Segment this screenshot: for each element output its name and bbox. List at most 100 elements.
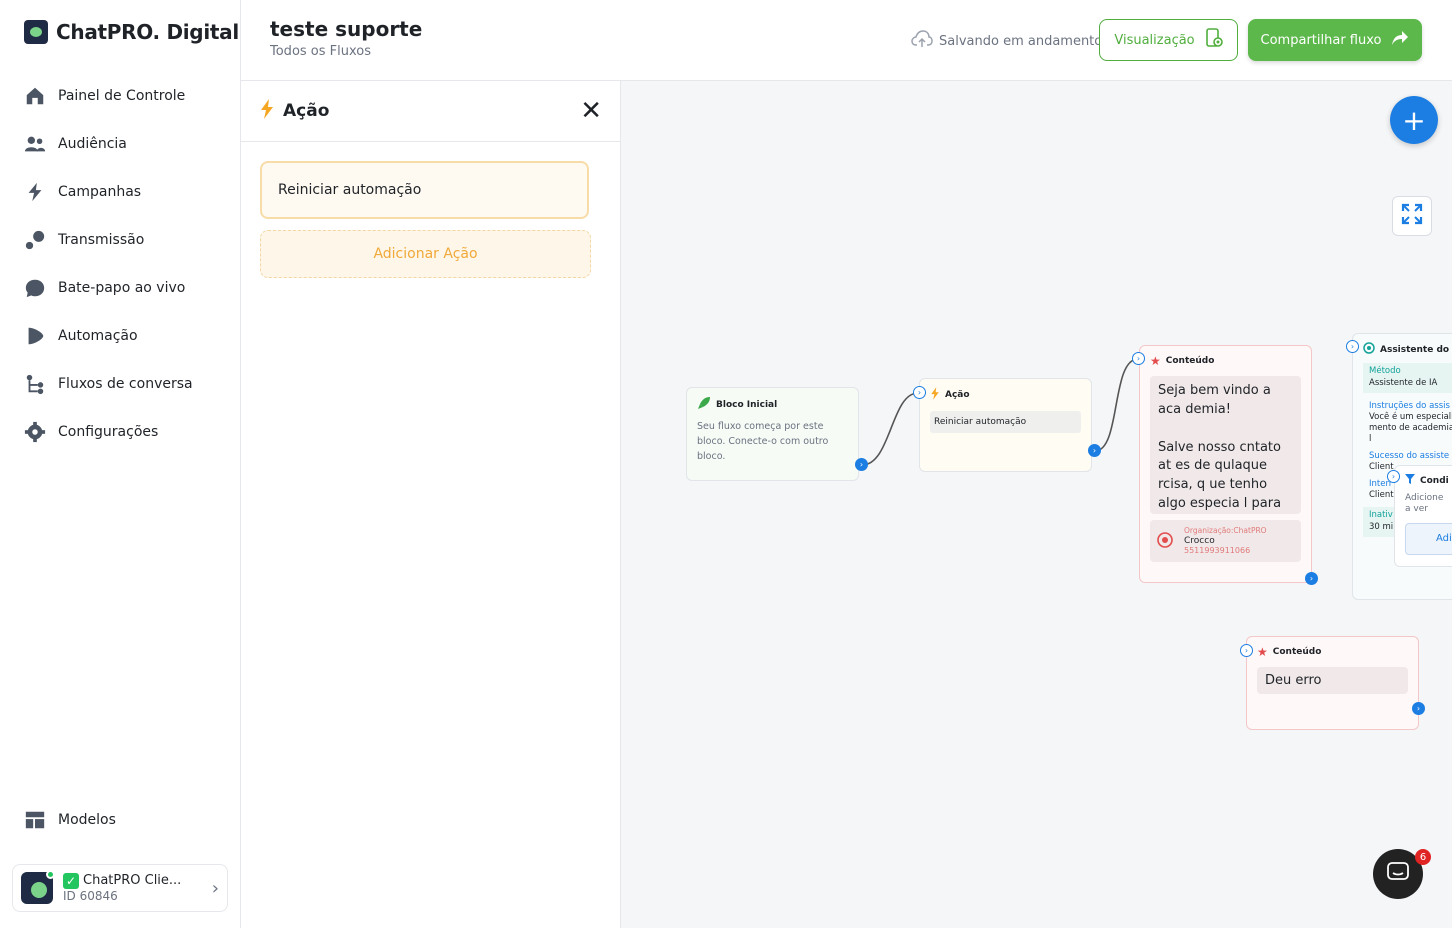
sidebar-item-painel[interactable]: Painel de Controle [24,72,224,120]
lightning-icon [930,387,940,403]
chat-icon [1387,862,1409,886]
condition-node[interactable]: Condi Adicione a ver Adi [1394,465,1452,567]
sidebar-item-bate-papo[interactable]: Bate-papo ao vivo [24,264,224,312]
sidebar-item-fluxos[interactable]: Fluxos de conversa [24,360,224,408]
sidebar-nav: Painel de Controle Audiência Campanhas T… [24,72,224,456]
sidebar-item-label: Fluxos de conversa [58,376,193,392]
action-node[interactable]: Ação Reiniciar automação [919,378,1092,472]
openai-icon [1363,342,1375,357]
contact-card: Organização:ChatPRO Crocco 5511993911066 [1150,520,1301,562]
condition-add-button[interactable]: Adi [1405,522,1452,555]
account-switcher[interactable]: ✓ ChatPRO Clie... ID 60846 › [12,864,228,912]
content-node-out-port[interactable]: › [1305,572,1318,585]
sidebar-item-label: Painel de Controle [58,88,186,104]
lightning-icon [24,181,46,203]
start-node-title: Bloco Inicial [716,399,778,410]
add-block-button[interactable]: + [1390,96,1438,144]
close-icon[interactable]: ✕ [580,98,602,124]
brand-logo-icon [24,20,48,44]
ai-assistant-node-title: Assistente do C [1380,344,1452,355]
action-panel-header: Ação ✕ [241,81,620,142]
ai-method-label: Método [1369,366,1401,376]
condition-in-port[interactable]: › [1387,470,1400,483]
start-node[interactable]: Bloco Inicial Seu fluxo começa por este … [686,387,859,481]
sidebar-item-label: Transmissão [58,232,145,248]
action-node-title: Ação [945,390,970,400]
add-action-button[interactable]: Adicionar Ação [260,230,591,278]
ai-assistant-in-port[interactable]: › [1346,340,1359,353]
preview-label: Visualização [1114,32,1195,48]
action-node-out-port[interactable]: › [1088,444,1101,457]
sidebar-item-label: Configurações [58,424,159,440]
content-node-message: Seja bem vindo a aca demia! Salve nosso … [1150,376,1301,514]
sidebar-item-audiencia[interactable]: Audiência [24,120,224,168]
content-node-message: Deu erro [1257,667,1408,694]
play-icon [24,325,46,347]
action-node-item: Reiniciar automação [930,411,1081,433]
content-node-error[interactable]: ★ Conteúdo Deu erro [1246,636,1419,730]
star-icon: ★ [1150,354,1161,368]
sidebar-item-campanhas[interactable]: Campanhas [24,168,224,216]
contact-org: Organização:ChatPRO [1184,525,1267,535]
ai-success-label: Sucesso do assiste [1369,450,1450,461]
content-node-error-in-port[interactable]: › [1240,644,1253,657]
content-node-in-port[interactable]: › [1132,352,1145,365]
star-icon: ★ [1257,645,1268,659]
sidebar-item-label: Automação [58,328,138,344]
home-icon [24,85,46,107]
account-id: ID 60846 [63,888,118,903]
action-item[interactable]: Reiniciar automação [260,161,589,219]
content-node-error-out-port[interactable]: › [1412,702,1425,715]
ai-instructions-value: Você é um especialis mento de academia l [1369,411,1452,444]
verified-check-icon: ✓ [63,872,79,889]
sidebar-item-modelos[interactable]: Modelos [24,796,116,844]
start-node-body: Seu fluxo começa por este bloco. Conecte… [697,421,829,463]
rocket-icon [697,396,711,413]
share-arrow-icon [1391,30,1409,50]
online-status-icon [46,870,55,879]
ai-instructions-label: Instruções do assis [1369,400,1450,411]
contact-phone: 5511993911066 [1184,545,1251,555]
header: teste suporte Todos os Fluxos Salvando e… [241,0,1452,81]
sidebar-item-label: Campanhas [58,184,142,200]
share-label: Compartilhar fluxo [1260,32,1382,48]
users-icon [24,133,46,155]
sidebar-item-automacao[interactable]: Automação [24,312,224,360]
expand-icon [1401,203,1423,229]
start-node-out-port[interactable]: › [855,458,868,471]
flow-icon [24,373,46,395]
cloud-upload-icon [911,30,933,52]
flow-canvas[interactable]: + Bloco Inicial Seu fluxo começa por est… [621,81,1452,928]
account-name: ChatPRO Clie... [83,873,182,888]
share-flow-button[interactable]: Compartilhar fluxo [1248,19,1422,61]
fit-view-button[interactable] [1392,196,1432,236]
connector-start-action [861,392,919,466]
sidebar-item-transmissao[interactable]: Transmissão [24,216,224,264]
action-panel-title: Ação [283,101,330,121]
ai-method-block: Método Assistente de IA [1363,363,1452,393]
preview-button[interactable]: Visualização [1099,19,1238,61]
brand[interactable]: ChatPRO. Digital [24,20,239,44]
condition-node-title: Condi [1420,475,1449,486]
action-node-in-port[interactable]: › [913,386,926,399]
saving-text: Salvando em andamento [939,33,1103,49]
breadcrumb[interactable]: Todos os Fluxos [270,44,371,59]
sidebar-item-label: Bate-papo ao vivo [58,280,186,296]
broadcast-icon [24,229,46,251]
templates-icon [24,809,46,831]
notification-badge: 6 [1415,849,1431,865]
filter-icon [1405,474,1415,487]
content-node-title: Conteúdo [1272,647,1322,657]
condition-node-body: Adicione a ver [1405,493,1444,514]
sidebar: ChatPRO. Digital Painel de Controle Audi… [0,0,241,928]
sidebar-item-label: Audiência [58,136,127,152]
sidebar-item-label: Modelos [58,812,116,828]
phone-preview-icon [1205,28,1223,52]
sidebar-item-configuracoes[interactable]: Configurações [24,408,224,456]
action-panel: Ação ✕ Reiniciar automação Adicionar Açã… [241,81,621,928]
content-node[interactable]: ★ Conteúdo Seja bem vindo a aca demia! S… [1139,345,1312,583]
page-title: teste suporte [270,17,423,41]
chat-bubble-icon [24,277,46,299]
saving-status: Salvando em andamento [911,30,1102,52]
content-node-title: Conteúdo [1165,356,1215,366]
